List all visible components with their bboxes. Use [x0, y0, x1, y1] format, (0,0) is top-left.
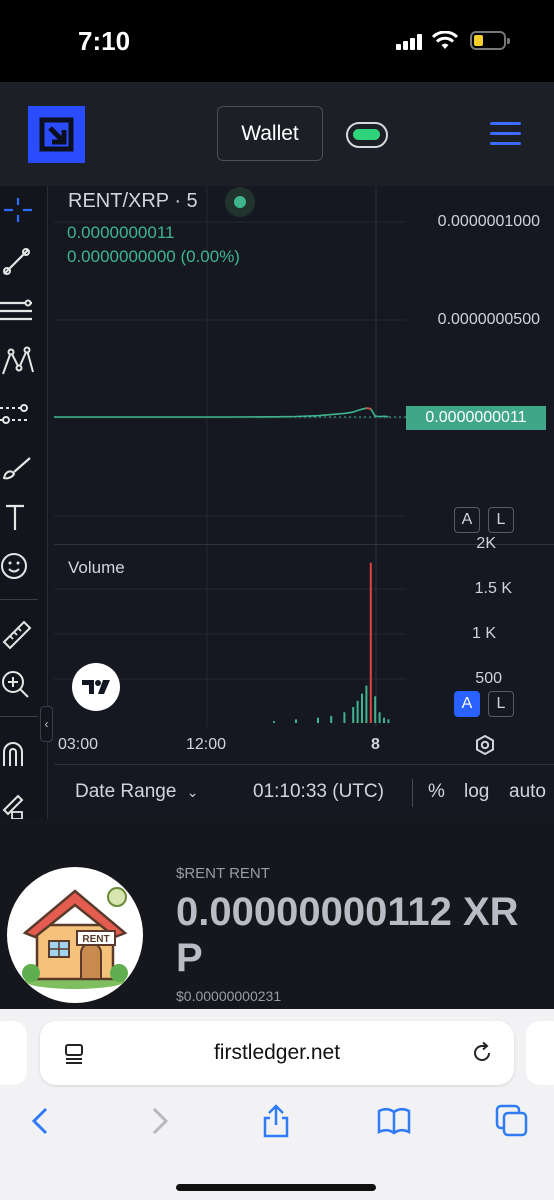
volume-bar: [374, 696, 377, 723]
price-series-line: [54, 407, 389, 418]
cellular-signal-icon: [396, 34, 424, 50]
app-header: Wallet: [0, 82, 554, 186]
volume-bar: [369, 562, 372, 723]
time-axis-label: 03:00: [58, 736, 99, 753]
lock-drawing-icon[interactable]: [0, 786, 36, 822]
crosshair-icon[interactable]: [0, 192, 36, 228]
forward-icon[interactable]: [142, 1103, 178, 1139]
auto-scale-button[interactable]: auto: [509, 781, 546, 803]
price-pane[interactable]: RENT/XRP · 5 0.0000000011 0.0000000000 (…: [54, 186, 554, 544]
separator: [412, 779, 413, 807]
time-axis-label: 12:00: [186, 736, 227, 753]
time-axis[interactable]: 03:00 12:00 8: [54, 726, 554, 764]
reload-icon[interactable]: [470, 1041, 494, 1065]
token-info: RENT $RENT RENT 0.00000000112 XRP $0.000…: [0, 819, 554, 1009]
emoji-tool-icon[interactable]: [0, 548, 36, 584]
status-time: 7:10: [78, 26, 131, 56]
trend-line-icon[interactable]: [0, 242, 36, 278]
chart-bottom-bar: Date Range ⌄ 01:10:33 (UTC) % log auto: [54, 764, 554, 819]
percent-scale-button[interactable]: %: [428, 781, 445, 803]
browser-toolbar: firstledger.net: [0, 1009, 554, 1200]
volume-log-scale-button[interactable]: L: [488, 691, 514, 717]
volume-axis-label: 500: [475, 670, 502, 687]
share-icon[interactable]: [258, 1103, 294, 1139]
url-text[interactable]: firstledger.net: [40, 1041, 514, 1065]
bookmarks-icon[interactable]: [376, 1103, 412, 1139]
text-tool-icon[interactable]: [0, 500, 36, 536]
fib-retracement-icon[interactable]: [0, 294, 36, 330]
date-range-button[interactable]: Date Range ⌄: [75, 781, 198, 803]
tabs-icon[interactable]: [494, 1103, 530, 1139]
volume-bar: [352, 707, 355, 723]
volume-bar: [273, 721, 275, 723]
volume-bar: [330, 715, 333, 723]
url-bar[interactable]: firstledger.net: [40, 1021, 514, 1085]
last-price-tag: 0.0000000011: [406, 406, 546, 430]
back-icon[interactable]: [22, 1103, 58, 1139]
log-scale-button[interactable]: log: [464, 781, 489, 803]
price-axis-label: 0.0000000500: [437, 311, 540, 328]
wallet-button[interactable]: Wallet: [217, 106, 323, 161]
price-axis-label: 0.0000001000: [437, 213, 540, 230]
token-avatar: RENT: [7, 867, 143, 1003]
volume-bar: [383, 717, 385, 723]
price-auto-scale-button[interactable]: A: [454, 507, 480, 533]
price-log-scale-button[interactable]: L: [488, 507, 514, 533]
previous-tab[interactable]: [0, 1021, 27, 1085]
avatar-sign: RENT: [82, 934, 109, 945]
token-usd-price: $0.00000000231: [176, 988, 282, 1004]
volume-bar: [378, 712, 381, 723]
magnet-icon[interactable]: [0, 736, 36, 772]
prediction-tool-icon[interactable]: [0, 396, 36, 432]
volume-bar: [361, 693, 363, 723]
toolbar-collapse-button[interactable]: ‹: [40, 706, 53, 742]
house-icon: RENT: [22, 887, 128, 989]
status-bar: 7:10: [0, 0, 554, 82]
theme-toggle[interactable]: [346, 122, 388, 148]
volume-axis-label: 1.5 K: [474, 580, 512, 597]
volume-bar: [387, 719, 390, 723]
ohlc-price: 0.0000000011: [67, 223, 175, 242]
hamburger-menu-icon[interactable]: [490, 122, 521, 146]
wifi-icon: [432, 31, 458, 49]
pattern-tool-icon[interactable]: [0, 344, 36, 380]
time-axis-label: 8: [371, 736, 380, 753]
screen: 7:10 Wallet ‹ RENT/XRP · 5 0.0000000011 …: [0, 0, 554, 1200]
utc-clock[interactable]: 01:10:33 (UTC): [253, 781, 384, 803]
volume-pane[interactable]: Volume 2K 1.5 K 1 K 500 A L: [54, 535, 554, 727]
volume-label: Volume: [68, 558, 125, 577]
volume-bar: [317, 717, 319, 723]
chart-settings-icon[interactable]: [473, 733, 497, 757]
tradingview-logo[interactable]: [72, 663, 120, 711]
drawing-toolbar: ‹: [0, 186, 53, 822]
chart-area: ‹ RENT/XRP · 5 0.0000000011 0.0000000000…: [0, 186, 554, 822]
firstledger-logo[interactable]: [28, 106, 85, 163]
price-drop-segment: [366, 407, 371, 410]
volume-axis-label: 2K: [476, 535, 496, 552]
token-price: 0.00000000112 XRP: [176, 890, 519, 980]
volume-bar: [295, 719, 297, 723]
chevron-down-icon: ⌄: [186, 784, 199, 800]
volume-bar: [343, 712, 346, 723]
battery-icon: [470, 31, 510, 50]
ruler-icon[interactable]: [0, 616, 36, 652]
token-ticker: $RENT RENT: [176, 865, 270, 882]
pair-title[interactable]: RENT/XRP · 5: [68, 190, 198, 213]
zoom-in-icon[interactable]: [0, 666, 36, 702]
market-status-icon[interactable]: [225, 187, 255, 217]
ohlc-change: 0.0000000000 (0.00%): [67, 247, 240, 266]
volume-auto-scale-button[interactable]: A: [454, 691, 480, 717]
home-indicator: [176, 1184, 376, 1191]
date-range-label: Date Range: [75, 781, 177, 802]
brush-icon[interactable]: [0, 448, 36, 484]
volume-bar: [365, 685, 368, 723]
volume-bar: [356, 700, 359, 724]
next-tab[interactable]: [526, 1021, 554, 1085]
volume-axis-label: 1 K: [471, 625, 496, 642]
